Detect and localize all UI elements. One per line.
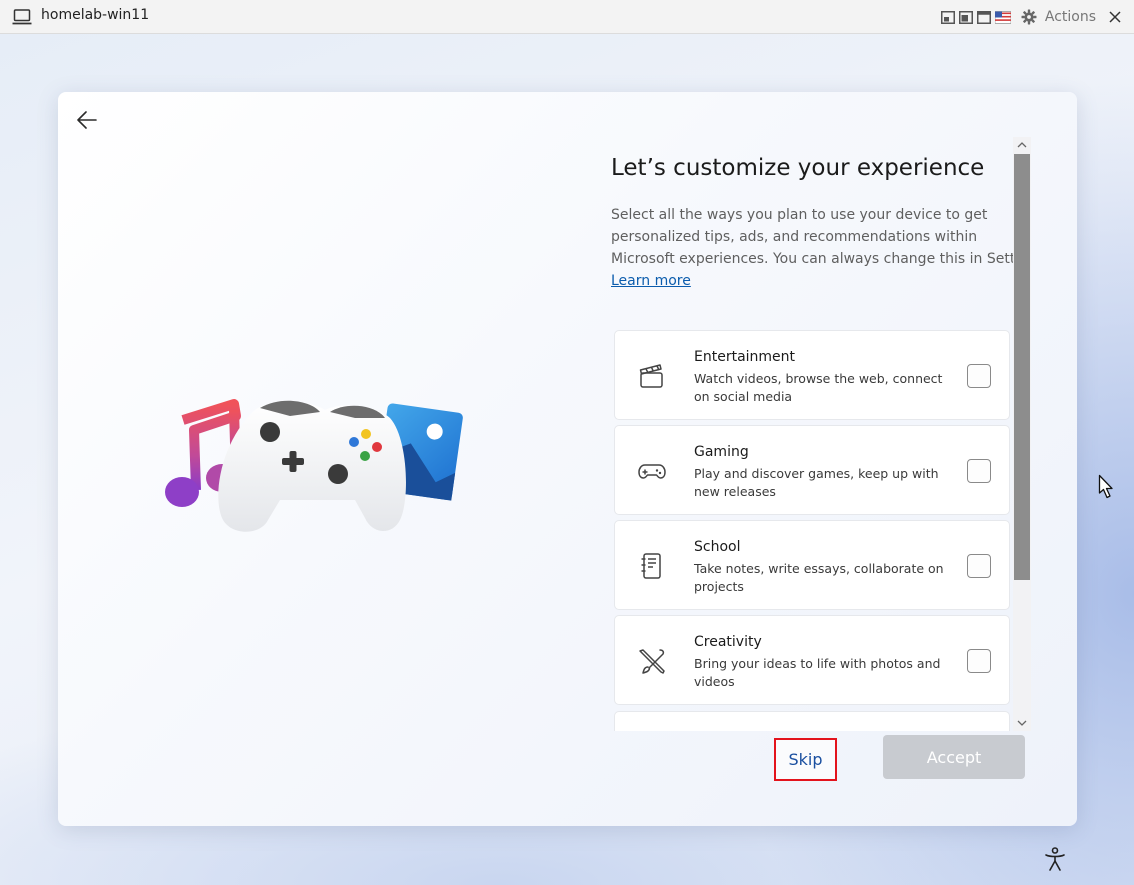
- fit-window-icon[interactable]: [958, 10, 973, 24]
- option-description: Watch videos, browse the web, connect on…: [694, 371, 943, 404]
- options-scrollbar[interactable]: [1013, 137, 1031, 731]
- fullscreen-icon[interactable]: [976, 10, 991, 24]
- option-creativity[interactable]: Creativity Bring your ideas to life with…: [614, 615, 1010, 705]
- entertainment-illustration: [165, 399, 463, 532]
- clapperboard-icon: [639, 364, 663, 388]
- description-line: Microsoft experiences. You can always ch…: [611, 251, 1015, 267]
- gamepad-icon: [638, 464, 666, 479]
- window-titlebar: homelab-win11 Actions: [0, 0, 1134, 34]
- school-checkbox[interactable]: [967, 554, 991, 578]
- option-description: Take notes, write essays, collaborate on…: [694, 561, 944, 594]
- mouse-cursor-icon: [1098, 474, 1113, 499]
- accessibility-icon[interactable]: [1043, 846, 1067, 872]
- description-line: personalized tips, ads, and recommendati…: [611, 229, 978, 245]
- creativity-checkbox[interactable]: [967, 649, 991, 673]
- option-description: Bring your ideas to life with photos and…: [694, 656, 941, 689]
- scrollbar-thumb[interactable]: [1014, 154, 1030, 580]
- scroll-up-icon[interactable]: [1013, 137, 1031, 153]
- option-title: Creativity: [694, 634, 762, 650]
- titlebar-controls: Actions: [940, 6, 1122, 28]
- accept-button[interactable]: Accept: [883, 735, 1025, 779]
- pen-brush-icon: [639, 649, 665, 674]
- page-title: Let’s customize your experience: [611, 155, 985, 181]
- virtual-machine-icon: [12, 9, 32, 25]
- window-title: homelab-win11: [41, 7, 150, 23]
- skip-button[interactable]: Skip: [774, 738, 837, 781]
- scroll-down-icon[interactable]: [1013, 715, 1031, 731]
- option-school[interactable]: School Take notes, write essays, collabo…: [614, 520, 1010, 610]
- close-icon[interactable]: [1108, 10, 1122, 24]
- keyboard-flag-icon[interactable]: [994, 10, 1011, 24]
- entertainment-checkbox[interactable]: [967, 364, 991, 388]
- option-title: Entertainment: [694, 349, 796, 365]
- view-mode-icon[interactable]: [940, 10, 955, 24]
- option-title: Gaming: [694, 444, 749, 460]
- gaming-checkbox[interactable]: [967, 459, 991, 483]
- option-description: Play and discover games, keep up with ne…: [694, 466, 939, 499]
- back-arrow-icon[interactable]: [74, 108, 100, 132]
- option-entertainment[interactable]: Entertainment Watch videos, browse the w…: [614, 330, 1010, 420]
- gear-icon[interactable]: [1021, 9, 1037, 25]
- option-gaming[interactable]: Gaming Play and discover games, keep up …: [614, 425, 1010, 515]
- description-line: Select all the ways you plan to use your…: [611, 207, 988, 223]
- option-title: School: [694, 539, 741, 555]
- learn-more-link[interactable]: Learn more: [611, 271, 691, 291]
- actions-menu[interactable]: Actions: [1045, 9, 1096, 25]
- notebook-icon: [641, 553, 661, 579]
- option-next-partial[interactable]: [614, 711, 1010, 731]
